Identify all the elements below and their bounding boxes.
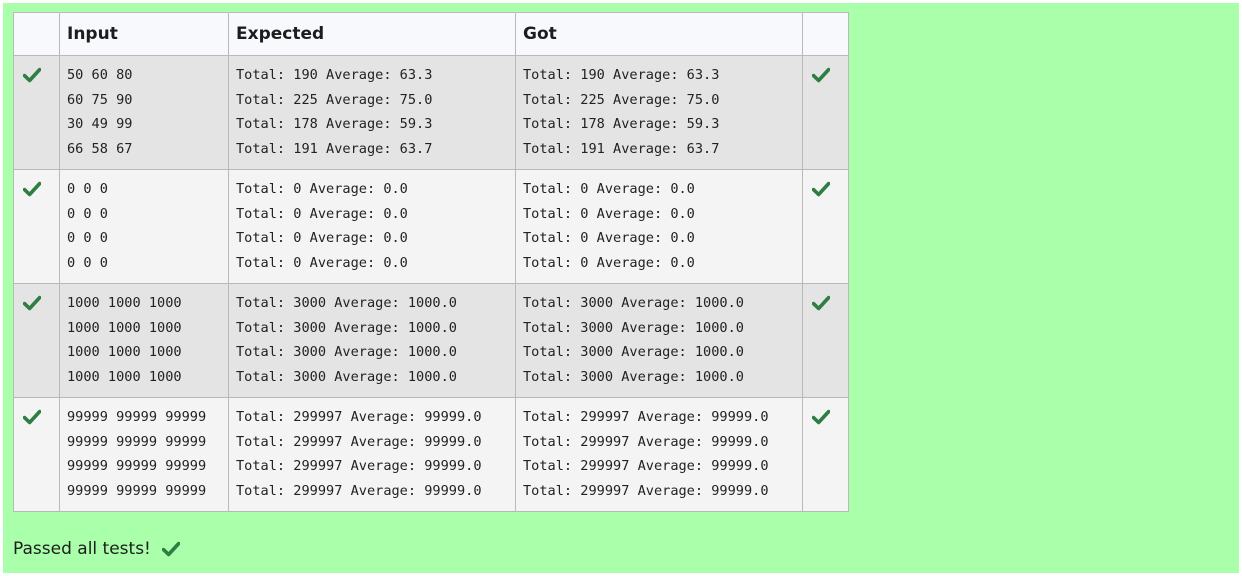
input-line: 0 0 0	[67, 205, 108, 222]
got-line: Total: 190 Average: 63.3	[523, 67, 720, 83]
expected-cell: Total: 3000 Average: 1000.0 Total: 3000 A…	[228, 283, 516, 398]
input-line: 99999 99999 99999	[67, 458, 207, 475]
check-icon	[23, 409, 41, 425]
test-results-panel: Input Expected Got 50 60 80 60 75 90 30 49…	[3, 3, 1239, 573]
input-line: 1000 1000 1000	[67, 319, 182, 336]
summary-text: Passed all tests!	[13, 539, 151, 559]
expected-line: Total: 190 Average: 63.3	[236, 67, 433, 83]
table-row: 50 60 80 60 75 90 30 49 99 66 58 67 Total: …	[13, 55, 849, 170]
input-line: 0 0 0	[67, 254, 108, 271]
expected-line: Total: 0 Average: 0.0	[236, 254, 408, 271]
table-row: 99999 99999 99999 99999 99999 99999 99999 …	[13, 397, 849, 512]
expected-line: Total: 299997 Average: 99999.0	[236, 433, 482, 450]
check-icon	[812, 67, 830, 83]
expected-line: Total: 3000 Average: 1000.0	[236, 344, 457, 361]
expected-line: Total: 299997 Average: 99999.0	[236, 482, 482, 499]
expected-line: Total: 299997 Average: 99999.0	[236, 458, 482, 475]
got-line: Total: 299997 Average: 99999.0	[523, 433, 769, 450]
got-line: Total: 3000 Average: 1000.0	[523, 344, 744, 361]
input-line: 0 0 0	[67, 181, 108, 197]
expected-line: Total: 0 Average: 0.0	[236, 205, 408, 222]
input-line: 99999 99999 99999	[67, 409, 207, 425]
table-header-row: Input Expected Got	[13, 12, 849, 56]
input-line: 50 60 80	[67, 67, 133, 83]
got-line: Total: 0 Average: 0.0	[523, 181, 695, 197]
got-line: Total: 178 Average: 59.3	[523, 116, 720, 133]
row-status-cell	[13, 283, 60, 398]
expected-line: Total: 225 Average: 75.0	[236, 91, 433, 108]
row-result-cell	[802, 283, 849, 398]
input-cell: 99999 99999 99999 99999 99999 99999 99999 …	[59, 397, 229, 512]
got-line: Total: 299997 Average: 99999.0	[523, 409, 769, 425]
expected-line: Total: 3000 Average: 1000.0	[236, 295, 457, 311]
got-line: Total: 299997 Average: 99999.0	[523, 458, 769, 475]
test-results-table: Input Expected Got 50 60 80 60 75 90 30 49…	[13, 12, 849, 512]
expected-line: Total: 178 Average: 59.3	[236, 116, 433, 133]
table-row: 0 0 0 0 0 0 0 0 0 0 0 0 Total: 0 Average: 0…	[13, 169, 849, 284]
expected-line: Total: 0 Average: 0.0	[236, 230, 408, 247]
row-status-cell	[13, 397, 60, 512]
summary-message: Passed all tests!	[13, 537, 180, 561]
got-line: Total: 3000 Average: 1000.0	[523, 368, 744, 385]
header-input: Input	[59, 12, 229, 56]
got-line: Total: 225 Average: 75.0	[523, 91, 720, 108]
check-icon	[812, 409, 830, 425]
input-line: 99999 99999 99999	[67, 482, 207, 499]
check-icon	[812, 181, 830, 197]
check-icon	[23, 295, 41, 311]
expected-line: Total: 3000 Average: 1000.0	[236, 319, 457, 336]
got-cell: Total: 190 Average: 63.3 Total: 225 Avera…	[515, 55, 803, 170]
input-line: 66 58 67	[67, 140, 133, 157]
expected-cell: Total: 190 Average: 63.3 Total: 225 Avera…	[228, 55, 516, 170]
got-line: Total: 0 Average: 0.0	[523, 205, 695, 222]
header-got: Got	[515, 12, 803, 56]
check-icon	[23, 67, 41, 83]
row-result-cell	[802, 397, 849, 512]
input-line: 1000 1000 1000	[67, 344, 182, 361]
got-line: Total: 191 Average: 63.7	[523, 140, 720, 157]
input-line: 30 49 99	[67, 116, 133, 133]
got-line: Total: 3000 Average: 1000.0	[523, 295, 744, 311]
input-cell: 0 0 0 0 0 0 0 0 0 0 0 0	[59, 169, 229, 284]
got-cell: Total: 299997 Average: 99999.0 Total: 299…	[515, 397, 803, 512]
table-row: 1000 1000 1000 1000 1000 1000 1000 1000 10…	[13, 283, 849, 398]
got-line: Total: 3000 Average: 1000.0	[523, 319, 744, 336]
input-line: 1000 1000 1000	[67, 368, 182, 385]
got-cell: Total: 0 Average: 0.0 Total: 0 Average: 0…	[515, 169, 803, 284]
got-line: Total: 0 Average: 0.0	[523, 254, 695, 271]
got-cell: Total: 3000 Average: 1000.0 Total: 3000 A…	[515, 283, 803, 398]
expected-cell: Total: 299997 Average: 99999.0 Total: 299…	[228, 397, 516, 512]
header-expected: Expected	[228, 12, 516, 56]
input-line: 0 0 0	[67, 230, 108, 247]
input-line: 99999 99999 99999	[67, 433, 207, 450]
input-cell: 50 60 80 60 75 90 30 49 99 66 58 67	[59, 55, 229, 170]
got-line: Total: 299997 Average: 99999.0	[523, 482, 769, 499]
row-status-cell	[13, 55, 60, 170]
header-status	[13, 12, 60, 56]
row-result-cell	[802, 169, 849, 284]
expected-line: Total: 0 Average: 0.0	[236, 181, 408, 197]
check-icon	[23, 181, 41, 197]
row-result-cell	[802, 55, 849, 170]
got-line: Total: 0 Average: 0.0	[523, 230, 695, 247]
check-icon	[161, 541, 180, 557]
check-icon	[812, 295, 830, 311]
expected-line: Total: 3000 Average: 1000.0	[236, 368, 457, 385]
input-line: 60 75 90	[67, 91, 133, 108]
header-result	[802, 12, 849, 56]
input-line: 1000 1000 1000	[67, 295, 182, 311]
expected-line: Total: 191 Average: 63.7	[236, 140, 433, 157]
expected-line: Total: 299997 Average: 99999.0	[236, 409, 482, 425]
expected-cell: Total: 0 Average: 0.0 Total: 0 Average: 0…	[228, 169, 516, 284]
input-cell: 1000 1000 1000 1000 1000 1000 1000 1000 10…	[59, 283, 229, 398]
row-status-cell	[13, 169, 60, 284]
